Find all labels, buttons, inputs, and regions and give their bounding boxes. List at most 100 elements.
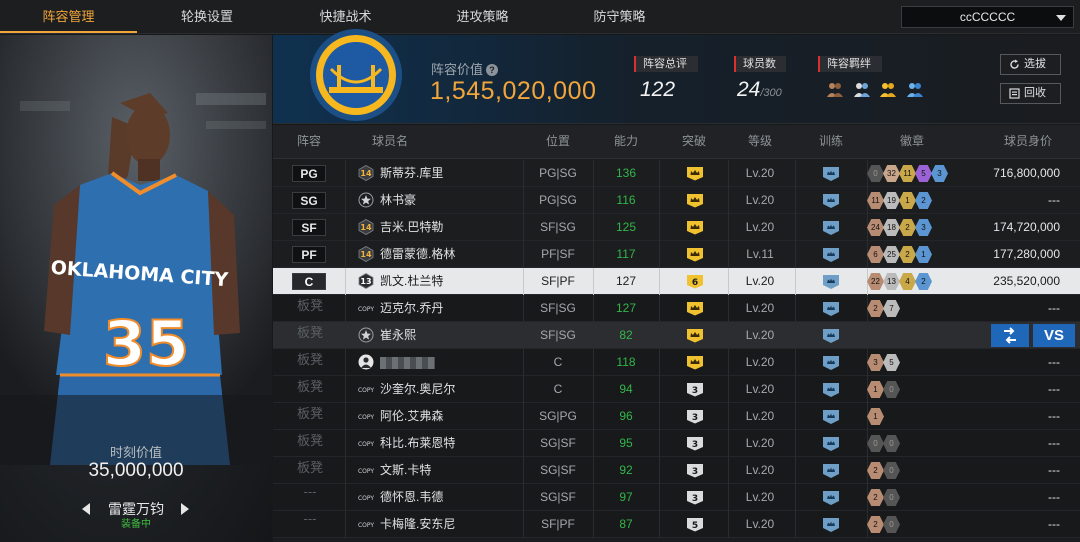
col-name[interactable]: 球员名 xyxy=(345,125,435,158)
tab-defense[interactable]: 防守策略 xyxy=(551,0,688,33)
badge-icon[interactable]: 32 xyxy=(883,165,900,182)
player-name[interactable]: 凯文.杜兰特 xyxy=(380,268,443,295)
badge-icon[interactable]: 0 xyxy=(867,435,884,452)
badge-icon[interactable]: 0 xyxy=(883,516,900,533)
player-name[interactable]: 阿伦.艾弗森 xyxy=(380,403,443,430)
badge-icon[interactable]: 19 xyxy=(883,192,900,209)
swap-button[interactable] xyxy=(991,324,1029,347)
player-name[interactable]: 吉米.巴特勒 xyxy=(380,214,443,241)
player-name[interactable]: 林书豪 xyxy=(380,187,416,214)
next-card-arrow-icon[interactable] xyxy=(181,503,189,515)
table-row[interactable]: PG 14 斯蒂芬.库里 PG|SG 136 Lv.20 0 32 11 5 3 716,800,00… xyxy=(273,160,1080,187)
badge-icon[interactable]: 2 xyxy=(867,300,884,317)
training-icon[interactable] xyxy=(822,517,840,533)
training-icon[interactable] xyxy=(822,301,840,317)
badge-icon[interactable]: 0 xyxy=(883,381,900,398)
col-breakthrough[interactable]: 突破 xyxy=(659,125,729,158)
training-icon[interactable] xyxy=(822,463,840,479)
badge-icon[interactable]: 2 xyxy=(867,489,884,506)
training-icon[interactable] xyxy=(822,436,840,452)
badge-icon[interactable]: 2 xyxy=(899,219,916,236)
table-row[interactable]: 板凳 COPY 科比.布莱恩特 SG|SF 95 3 Lv.20 0 0 --- xyxy=(273,430,1080,457)
badge-icon[interactable]: 2 xyxy=(899,246,916,263)
badge-icon[interactable]: 1 xyxy=(915,246,932,263)
badge-icon[interactable]: 6 xyxy=(867,246,884,263)
player-name[interactable]: 沙奎尔.奥尼尔 xyxy=(380,376,455,403)
badge-icon[interactable]: 22 xyxy=(867,273,884,290)
training-icon[interactable] xyxy=(822,355,840,371)
badge-icon[interactable]: 3 xyxy=(915,219,932,236)
table-row[interactable]: 板凳 COPY 迈克尔.乔丹 SF|SG 127 Lv.20 2 7 --- xyxy=(273,295,1080,322)
bond-silver-icon[interactable] xyxy=(852,80,872,98)
table-row[interactable]: 板凳 C 118 Lv.20 3 5 --- xyxy=(273,349,1080,376)
training-icon[interactable] xyxy=(822,274,840,290)
bond-gold-icon[interactable] xyxy=(878,80,898,98)
badge-icon[interactable]: 3 xyxy=(867,354,884,371)
table-row[interactable]: 板凳 COPY 文斯.卡特 SG|SF 92 3 Lv.20 2 0 --- xyxy=(273,457,1080,484)
badge-icon[interactable]: 2 xyxy=(867,516,884,533)
player-name[interactable] xyxy=(380,349,435,379)
player-name[interactable]: 德怀恩.韦德 xyxy=(380,484,443,511)
badge-icon[interactable]: 11 xyxy=(899,165,916,182)
bond-bronze-icon[interactable] xyxy=(825,80,845,98)
badge-icon[interactable]: 11 xyxy=(867,192,884,209)
prev-card-arrow-icon[interactable] xyxy=(82,503,90,515)
col-position[interactable]: 位置 xyxy=(523,125,593,158)
col-ability[interactable]: 能力 xyxy=(593,125,659,158)
training-icon[interactable] xyxy=(822,409,840,425)
select-button[interactable]: 选拔 xyxy=(1000,54,1061,75)
table-row[interactable]: 板凳 崔永熙 SF|SG 82 Lv.20 VS xyxy=(273,322,1080,349)
account-dropdown[interactable]: ccCCCCC xyxy=(901,6,1074,28)
player-name[interactable]: 文斯.卡特 xyxy=(380,457,431,484)
table-row[interactable]: --- COPY 德怀恩.韦德 SG|SF 97 3 Lv.20 2 0 --- xyxy=(273,484,1080,511)
player-name[interactable]: 迈克尔.乔丹 xyxy=(380,295,443,322)
badge-icon[interactable]: 5 xyxy=(883,354,900,371)
col-level[interactable]: 等级 xyxy=(728,125,792,158)
badge-icon[interactable]: 7 xyxy=(883,300,900,317)
training-icon[interactable] xyxy=(822,166,840,182)
table-row[interactable]: C 13 凯文.杜兰特 SF|PF 127 6 Lv.20 22 13 4 2 235,520,000 xyxy=(273,268,1080,295)
badge-icon[interactable]: 1 xyxy=(867,381,884,398)
table-row[interactable]: PF 14 德雷蒙德.格林 PF|SF 117 Lv.11 6 25 2 1 177,280,000 xyxy=(273,241,1080,268)
badge-icon[interactable]: 0 xyxy=(883,489,900,506)
player-name[interactable]: 卡梅隆.安东尼 xyxy=(380,511,455,538)
training-icon[interactable] xyxy=(822,247,840,263)
tab-rotation[interactable]: 轮换设置 xyxy=(137,0,277,33)
training-icon[interactable] xyxy=(822,490,840,506)
table-row[interactable]: 板凳 COPY 阿伦.艾弗森 SG|PG 96 3 Lv.20 1 --- xyxy=(273,403,1080,430)
help-icon[interactable]: ? xyxy=(486,64,499,76)
badge-icon[interactable]: 0 xyxy=(867,165,884,182)
badge-icon[interactable]: 2 xyxy=(867,462,884,479)
badge-icon[interactable]: 5 xyxy=(915,165,932,182)
bond-blue-icon[interactable] xyxy=(905,80,925,98)
col-badges[interactable]: 徽章 xyxy=(867,125,957,158)
badge-icon[interactable]: 24 xyxy=(867,219,884,236)
player-name[interactable]: 德雷蒙德.格林 xyxy=(380,241,455,268)
badge-icon[interactable]: 3 xyxy=(931,165,948,182)
table-row[interactable]: 板凳 COPY 沙奎尔.奥尼尔 C 94 3 Lv.20 1 0 --- xyxy=(273,376,1080,403)
col-slot[interactable]: 阵容 xyxy=(273,125,345,158)
badge-icon[interactable]: 0 xyxy=(883,435,900,452)
training-icon[interactable] xyxy=(822,382,840,398)
table-row[interactable]: SF 14 吉米.巴特勒 SF|SG 125 Lv.20 24 18 2 3 174,720,000 xyxy=(273,214,1080,241)
table-row[interactable]: SG 林书豪 PG|SG 116 Lv.20 11 19 1 2 --- xyxy=(273,187,1080,214)
badge-icon[interactable]: 13 xyxy=(883,273,900,290)
badge-icon[interactable]: 2 xyxy=(915,192,932,209)
badge-icon[interactable]: 2 xyxy=(915,273,932,290)
recycle-button[interactable]: 回收 xyxy=(1000,83,1061,104)
badge-icon[interactable]: 25 xyxy=(883,246,900,263)
tab-lineup[interactable]: 阵容管理 xyxy=(0,0,137,33)
player-name[interactable]: 科比.布莱恩特 xyxy=(380,430,455,457)
training-icon[interactable] xyxy=(822,328,840,344)
vs-button[interactable]: VS xyxy=(1033,324,1075,347)
badge-icon[interactable]: 0 xyxy=(883,462,900,479)
training-icon[interactable] xyxy=(822,193,840,209)
player-name[interactable]: 斯蒂芬.库里 xyxy=(380,160,443,187)
table-row[interactable]: --- COPY 卡梅隆.安东尼 SF|PF 87 5 Lv.20 2 0 --- xyxy=(273,511,1080,538)
tab-offense[interactable]: 进攻策略 xyxy=(414,0,551,33)
col-training[interactable]: 训练 xyxy=(795,125,867,158)
badge-icon[interactable]: 4 xyxy=(899,273,916,290)
badge-icon[interactable]: 18 xyxy=(883,219,900,236)
training-icon[interactable] xyxy=(822,220,840,236)
col-worth[interactable]: 球员身价 xyxy=(983,125,1073,158)
